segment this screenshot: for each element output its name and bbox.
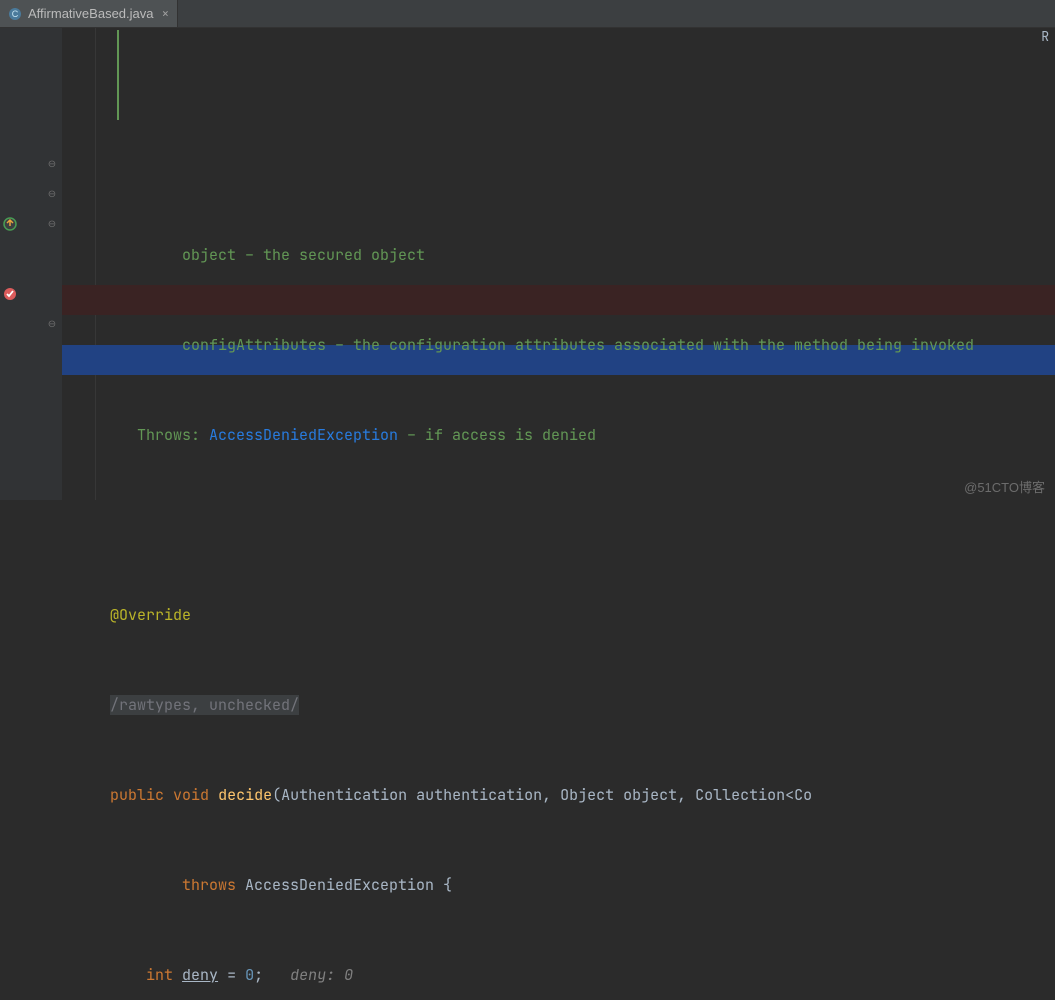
blank-line (74, 510, 1055, 540)
tab-bar: C AffirmativeBased.java × (0, 0, 1055, 28)
suppress-line: /rawtypes, unchecked/ (74, 690, 1055, 720)
fold-collapse-icon[interactable]: ⊖ (46, 218, 58, 230)
code-area[interactable]: object – the secured object configAttrib… (62, 28, 1055, 500)
deny-decl-line: int deny = 0; deny: 0 (74, 960, 1055, 990)
override-gutter-icon[interactable] (2, 216, 18, 232)
annotation-line: @Override (74, 600, 1055, 630)
fold-column: ⊖ ⊖ ⊖ ⊖ (44, 28, 62, 500)
right-margin-marker: R (1041, 28, 1049, 45)
fold-expand-icon[interactable]: ⊖ (46, 158, 58, 170)
tab-active[interactable]: C AffirmativeBased.java × (0, 0, 178, 27)
close-icon[interactable]: × (162, 5, 170, 22)
throws-line: throws AccessDeniedException { (74, 870, 1055, 900)
javadoc-line: Throws: AccessDeniedException – if acces… (74, 420, 1055, 450)
gutter (0, 28, 44, 500)
tab-filename: AffirmativeBased.java (28, 6, 154, 21)
breakpoint-icon[interactable] (2, 286, 18, 302)
fold-collapse-icon[interactable]: ⊖ (46, 318, 58, 330)
javadoc-line: configAttributes – the configuration att… (74, 330, 1055, 360)
watermark: @51CTO博客 (964, 477, 1045, 496)
fold-expand-icon[interactable]: ⊖ (46, 188, 58, 200)
method-signature: public void decide(Authentication authen… (74, 780, 1055, 810)
javadoc-line: object – the secured object (74, 240, 1055, 270)
code-editor[interactable]: ⊖ ⊖ ⊖ ⊖ object – the secured object conf… (0, 28, 1055, 500)
svg-text:C: C (12, 9, 19, 19)
java-class-icon: C (8, 7, 22, 21)
